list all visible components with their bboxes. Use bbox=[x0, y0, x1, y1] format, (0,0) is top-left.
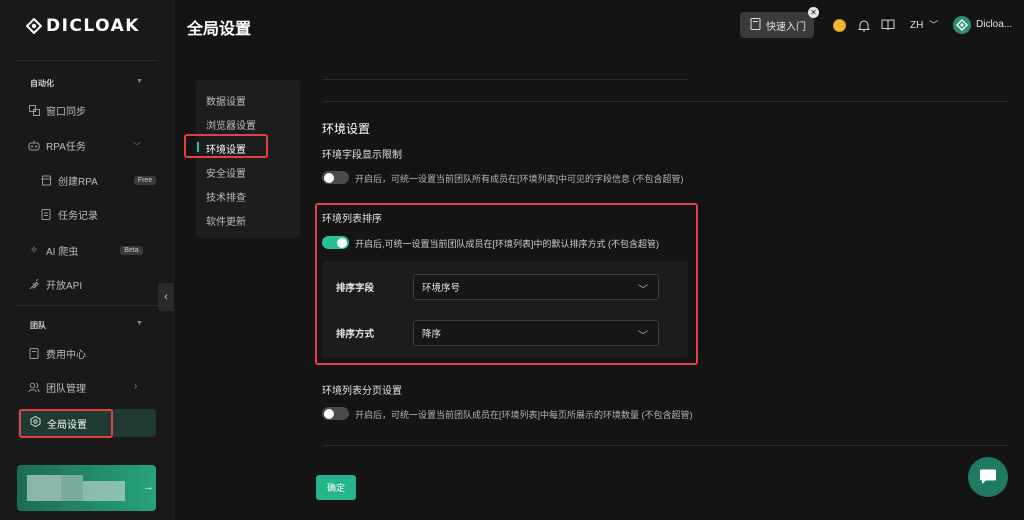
brand-logo[interactable]: DICLOAK bbox=[26, 14, 140, 38]
list-sort-toggle[interactable] bbox=[322, 236, 349, 249]
pagination-toggle[interactable] bbox=[322, 407, 349, 420]
sparkle-icon: ✧ bbox=[29, 244, 39, 256]
chevron-down-icon: ﹀ bbox=[929, 20, 939, 30]
robot-icon bbox=[28, 139, 40, 151]
plug-icon bbox=[28, 278, 40, 290]
document-icon bbox=[40, 208, 52, 220]
sidebar-item-label: 费用中心 bbox=[46, 349, 86, 361]
pagination-label: 环境列表分页设置 bbox=[322, 386, 402, 397]
settings-hex-icon bbox=[30, 415, 41, 430]
promo-blur bbox=[27, 475, 61, 501]
bell-icon[interactable] bbox=[857, 18, 871, 32]
close-icon[interactable]: ✕ bbox=[808, 7, 819, 18]
sidebar-item-task-record[interactable]: 任务记录 bbox=[40, 203, 98, 225]
chat-support-button[interactable] bbox=[968, 457, 1008, 497]
store-icon bbox=[40, 174, 52, 186]
divider bbox=[322, 445, 1008, 446]
sidebar-item-label: 开放API bbox=[46, 280, 83, 292]
sidebar-section-automation: 自动化 bbox=[30, 79, 54, 88]
list-sort-label: 环境列表排序 bbox=[322, 214, 382, 225]
book-open-icon[interactable] bbox=[881, 18, 895, 32]
collapse-sidebar-button[interactable]: ‹ bbox=[158, 283, 174, 311]
language-label: ZH bbox=[910, 20, 924, 31]
caret-down-icon[interactable]: ▼ bbox=[136, 320, 143, 327]
field-limit-toggle[interactable] bbox=[322, 171, 349, 184]
field-limit-label: 环境字段显示限制 bbox=[322, 150, 402, 161]
sidebar-item-label: 创建RPA bbox=[58, 176, 98, 188]
subnav-item-security-settings[interactable]: 安全设置 bbox=[206, 165, 246, 180]
sidebar-section-team: 团队 bbox=[30, 321, 46, 330]
confirm-button[interactable]: 确定 bbox=[316, 475, 356, 500]
chevron-down-icon: ﹀ bbox=[638, 285, 648, 296]
pagination-description: 开启后，可统一设置当前团队成员在[环境列表]中每页所展示的环境数量 (不包含超管… bbox=[355, 410, 693, 420]
sidebar-item-label: 任务记录 bbox=[58, 210, 98, 222]
sort-field-label: 排序字段 bbox=[336, 283, 375, 294]
sidebar-item-label: 窗口同步 bbox=[46, 106, 86, 118]
promo-blur bbox=[83, 481, 125, 501]
chevron-down-icon[interactable]: ﹀ bbox=[133, 141, 141, 152]
chevron-right-icon[interactable]: › bbox=[134, 381, 137, 392]
sidebar-item-global-settings[interactable]: 全局设置 bbox=[30, 414, 87, 432]
sidebar-item-label: 团队管理 bbox=[46, 383, 86, 395]
divider bbox=[322, 101, 1008, 102]
language-selector[interactable]: ZH ﹀ bbox=[910, 18, 938, 31]
field-limit-description: 开启后，可统一设置当前团队所有成员在[环境列表]中可见的字段信息 (不包含超管) bbox=[355, 174, 684, 184]
sidebar-divider bbox=[16, 60, 158, 61]
sort-order-value: 降序 bbox=[422, 329, 442, 340]
divider bbox=[322, 79, 688, 80]
promo-blur bbox=[61, 475, 83, 501]
quick-start-button[interactable]: 快速入门 bbox=[740, 12, 814, 38]
arrow-right-icon: → bbox=[143, 481, 154, 493]
avatar[interactable] bbox=[953, 16, 971, 34]
sidebar-item-rpa-task[interactable]: RPA任务 bbox=[28, 134, 86, 156]
sidebar-item-label: RPA任务 bbox=[46, 141, 86, 153]
quick-start-label: 快速入门 bbox=[766, 21, 806, 33]
chevron-down-icon: ﹀ bbox=[638, 331, 648, 342]
sidebar-item-label: 全局设置 bbox=[47, 419, 87, 431]
subnav-item-software-update[interactable]: 软件更新 bbox=[206, 213, 246, 228]
subnav-active-indicator bbox=[197, 142, 199, 152]
sidebar-item-team-management[interactable]: 团队管理 bbox=[28, 376, 86, 398]
subnav-item-troubleshooting[interactable]: 技术排查 bbox=[206, 189, 246, 204]
sort-order-select[interactable]: 降序 ﹀ bbox=[413, 320, 659, 346]
sidebar: DICLOAK 自动化 ▼ 窗口同步 RPA任务 ﹀ 创建RPA Free 任务… bbox=[0, 0, 174, 520]
subnav-item-environment-settings[interactable]: 环境设置 bbox=[206, 141, 246, 156]
coin-icon[interactable] bbox=[832, 18, 846, 32]
sidebar-item-create-rpa[interactable]: 创建RPA Free bbox=[40, 169, 157, 191]
sidebar-item-label: AI 爬虫 bbox=[46, 246, 79, 258]
sidebar-item-ai-crawler[interactable]: ✧ AI 爬虫 Beta bbox=[28, 239, 143, 261]
section-title: 环境设置 bbox=[322, 122, 371, 136]
bill-icon bbox=[28, 347, 40, 359]
sort-field-value: 环境序号 bbox=[422, 283, 461, 294]
sort-order-label: 排序方式 bbox=[336, 329, 375, 340]
subnav-item-data-settings[interactable]: 数据设置 bbox=[206, 93, 246, 108]
promo-banner[interactable]: → bbox=[17, 465, 156, 511]
sidebar-divider bbox=[16, 305, 158, 306]
username[interactable]: Dicloa... bbox=[976, 19, 1012, 30]
caret-down-icon[interactable]: ▼ bbox=[136, 78, 143, 85]
beta-badge: Beta bbox=[120, 245, 143, 255]
book-icon bbox=[750, 17, 761, 33]
sidebar-item-window-sync[interactable]: 窗口同步 bbox=[28, 99, 86, 121]
subnav-item-browser-settings[interactable]: 浏览器设置 bbox=[206, 117, 256, 132]
list-sort-description: 开启后,可统一设置当前团队成员在[环境列表]中的默认排序方式 (不包含超管) bbox=[355, 239, 659, 249]
window-sync-icon bbox=[28, 104, 40, 116]
logo-icon bbox=[26, 18, 42, 34]
sort-field-select[interactable]: 环境序号 ﹀ bbox=[413, 274, 659, 300]
chat-icon bbox=[980, 469, 996, 484]
sidebar-item-billing[interactable]: 费用中心 bbox=[28, 342, 86, 364]
users-icon bbox=[28, 381, 40, 393]
chevron-left-icon: ‹ bbox=[164, 291, 168, 303]
brand-name: DICLOAK bbox=[46, 16, 140, 36]
free-badge: Free bbox=[133, 175, 157, 185]
sidebar-item-open-api[interactable]: 开放API bbox=[28, 273, 82, 295]
page-title: 全局设置 bbox=[187, 21, 252, 38]
